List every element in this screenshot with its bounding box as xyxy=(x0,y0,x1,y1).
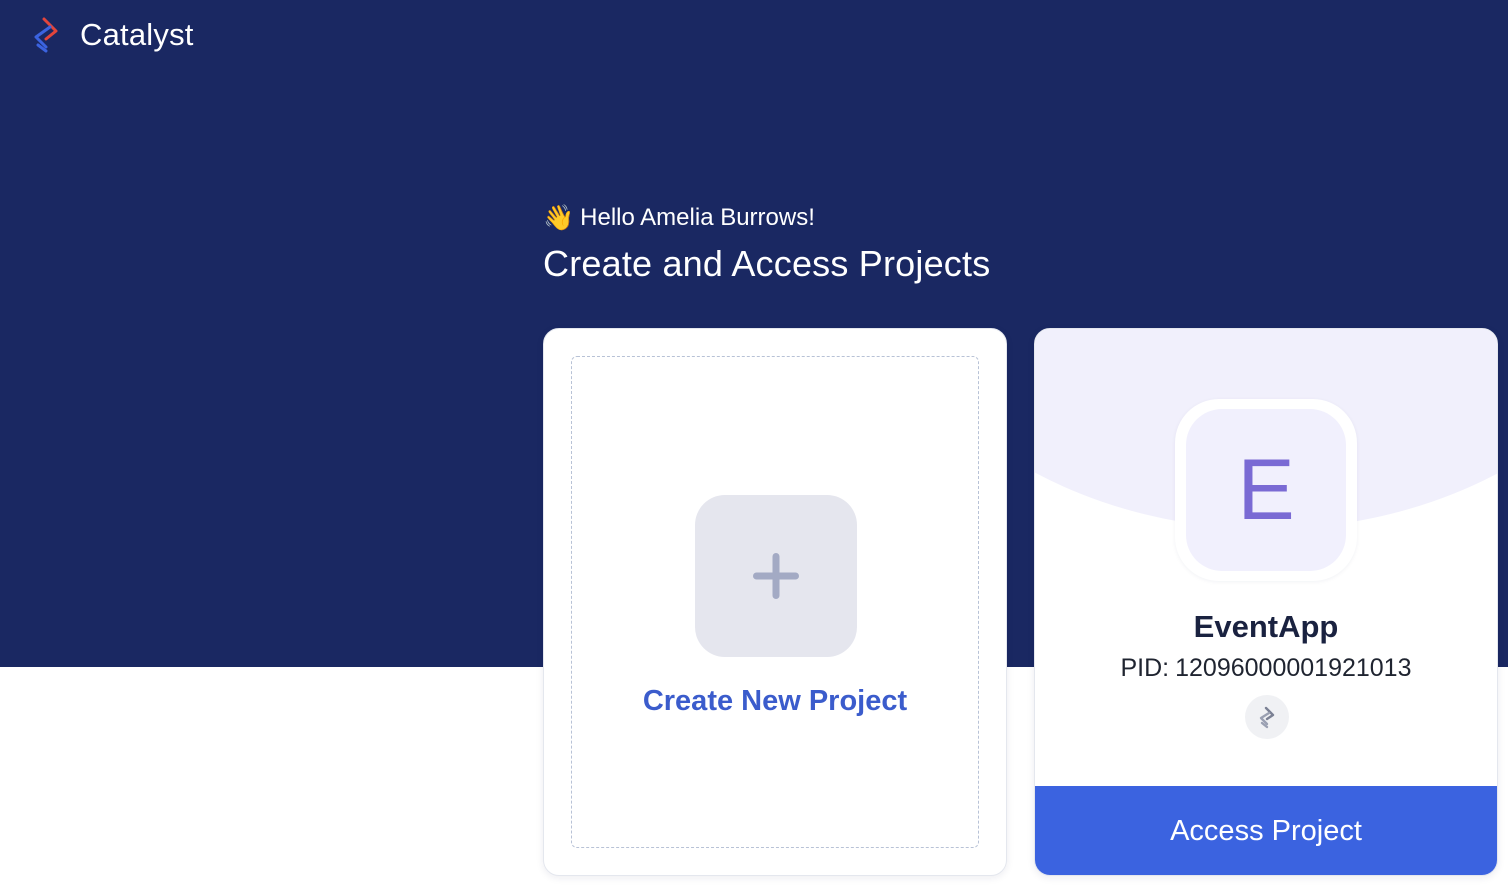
project-card-eventapp: E EventApp PID: 12096000001921013 Access … xyxy=(1034,328,1498,876)
pid-label: PID: xyxy=(1120,654,1170,682)
create-project-card: Create New Project xyxy=(543,328,1007,876)
project-pid: PID: 12096000001921013 xyxy=(1035,654,1497,683)
catalyst-projects-page: Catalyst 👋 Hello Amelia Burrows! Create … xyxy=(0,0,1508,890)
project-avatar-frame: E xyxy=(1175,399,1357,581)
access-project-button[interactable]: Access Project xyxy=(1035,786,1497,875)
waving-hand-icon: 👋 xyxy=(543,203,575,232)
plus-tile xyxy=(695,495,857,657)
project-avatar: E xyxy=(1186,409,1346,571)
page-title: Create and Access Projects xyxy=(543,243,991,284)
project-name: EventApp xyxy=(1193,609,1339,644)
pid-value: 12096000001921013 xyxy=(1175,654,1412,682)
plus-icon xyxy=(753,553,799,599)
brand[interactable]: Catalyst xyxy=(26,14,194,56)
create-new-project-dropzone[interactable]: Create New Project xyxy=(571,356,979,848)
catalyst-badge-icon xyxy=(1245,695,1289,739)
brand-name: Catalyst xyxy=(80,17,194,52)
catalyst-logo-icon xyxy=(26,15,66,55)
greeting-text: Hello Amelia Burrows! xyxy=(580,204,815,231)
greeting: 👋 Hello Amelia Burrows! xyxy=(543,202,815,234)
create-new-project-link[interactable]: Create New Project xyxy=(572,685,978,718)
